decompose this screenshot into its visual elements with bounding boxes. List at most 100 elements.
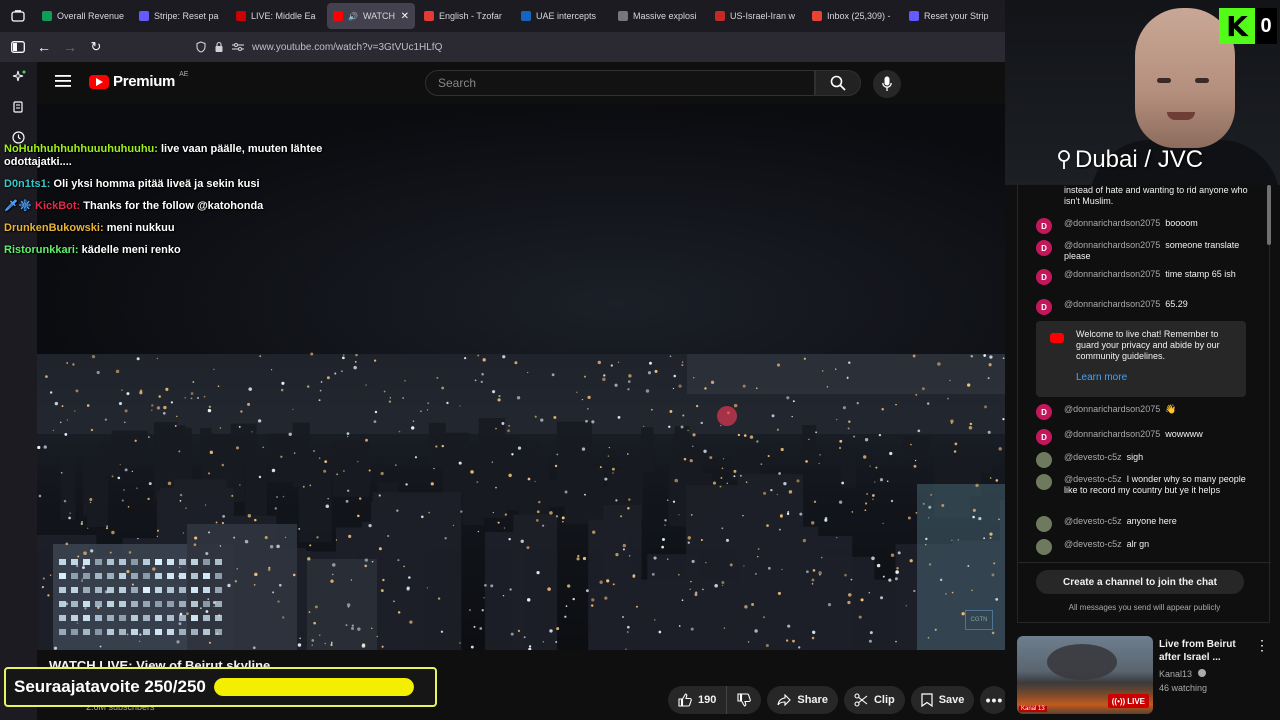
- browser-tab[interactable]: 🔊 WATCH L ✕: [327, 3, 415, 29]
- chat-avatar[interactable]: D: [1036, 404, 1052, 420]
- chat-message[interactable]: @devesto-c5z sigh: [1036, 452, 1248, 468]
- city-light: [970, 355, 974, 358]
- live-chat-scrollbar[interactable]: [1267, 185, 1271, 245]
- city-light: [205, 551, 209, 556]
- chat-message[interactable]: @devesto-c5z I wonder why so many people …: [1036, 474, 1248, 496]
- clip-button[interactable]: Clip: [843, 686, 905, 714]
- browser-tab[interactable]: US-Israel-Iran w: [709, 3, 803, 29]
- chat-avatar[interactable]: [1036, 452, 1052, 468]
- related-video-thumbnail[interactable]: ((•)) LIVE Kanal 13: [1017, 636, 1153, 714]
- chat-author[interactable]: @donnarichardson2075: [1064, 269, 1160, 279]
- url-text[interactable]: www.youtube.com/watch?v=3GtVUc1HLfQ: [252, 42, 442, 53]
- chat-message[interactable]: D @donnarichardson2075 👋: [1036, 404, 1248, 420]
- share-button[interactable]: Share: [767, 686, 838, 714]
- city-light: [115, 369, 120, 374]
- chat-author[interactable]: @donnarichardson2075: [1064, 240, 1160, 250]
- lit-window: [107, 573, 114, 579]
- chat-message[interactable]: D @donnarichardson2075 wowwww: [1036, 429, 1248, 445]
- live-chat-public-note: All messages you send will appear public…: [1068, 603, 1221, 612]
- city-light: [536, 510, 540, 514]
- browser-tab[interactable]: English - Tzofar: [418, 3, 512, 29]
- city-light: [355, 353, 358, 357]
- chat-avatar[interactable]: D: [1036, 269, 1052, 285]
- chat-avatar[interactable]: D: [1036, 218, 1052, 234]
- chat-avatar[interactable]: [1036, 516, 1052, 532]
- chat-message[interactable]: @devesto-c5z alr gn: [1036, 539, 1248, 555]
- chat-author[interactable]: @donnarichardson2075: [1064, 299, 1160, 309]
- chat-message[interactable]: D @donnarichardson2075 65.29: [1036, 299, 1248, 315]
- city-light: [49, 391, 53, 394]
- browser-tab[interactable]: Overall Revenue: [36, 3, 130, 29]
- lit-window: [71, 559, 78, 565]
- city-light: [689, 459, 693, 463]
- city-light: [860, 598, 864, 602]
- guide-menu-button[interactable]: [55, 74, 71, 90]
- related-video-menu-button[interactable]: ⋮: [1255, 638, 1269, 654]
- chat-author[interactable]: @devesto-c5z: [1064, 516, 1122, 526]
- browser-tab[interactable]: LIVE: Middle Ea: [230, 3, 324, 29]
- city-light: [678, 573, 680, 576]
- city-light: [446, 401, 449, 405]
- city-light: [725, 538, 730, 542]
- city-light: [492, 511, 495, 514]
- synced-tabs-button[interactable]: [10, 98, 28, 116]
- voice-search-button[interactable]: [873, 70, 901, 98]
- chat-author[interactable]: @devesto-c5z: [1064, 452, 1122, 462]
- youtube-premium-logo[interactable]: Premium AE: [89, 71, 188, 90]
- back-button[interactable]: ←: [31, 34, 57, 60]
- chat-avatar[interactable]: D: [1036, 429, 1052, 445]
- city-light: [661, 545, 664, 549]
- like-button[interactable]: 190: [668, 686, 727, 714]
- chat-avatar[interactable]: D: [1036, 240, 1052, 256]
- streamer-mouth: [1167, 112, 1195, 120]
- chat-author[interactable]: @devesto-c5z: [1064, 539, 1122, 549]
- create-channel-button[interactable]: Create a channel to join the chat: [1036, 570, 1244, 594]
- browser-tab[interactable]: Reset your Strip: [903, 3, 997, 29]
- browser-tab[interactable]: Inbox (25,309) -: [806, 3, 900, 29]
- city-light: [342, 356, 345, 360]
- chat-message[interactable]: D @donnarichardson2075 someone translate p…: [1036, 240, 1248, 262]
- dislike-button[interactable]: [726, 686, 762, 714]
- chat-author[interactable]: @donnarichardson2075: [1064, 429, 1160, 439]
- city-light: [798, 646, 801, 649]
- city-light: [426, 409, 429, 411]
- chat-avatar[interactable]: [1036, 474, 1052, 490]
- lit-window: [215, 573, 222, 579]
- chat-author[interactable]: @donnarichardson2075: [1064, 404, 1160, 414]
- city-light: [538, 500, 541, 504]
- browser-tab[interactable]: Stripe: Reset pa: [133, 3, 227, 29]
- save-button[interactable]: Save: [910, 686, 975, 714]
- column-gutter: [1005, 185, 1017, 720]
- city-light: [909, 559, 913, 563]
- related-video-title[interactable]: Live from Beirut after Israel ...: [1159, 638, 1255, 664]
- chat-avatar[interactable]: [1036, 539, 1052, 555]
- related-video[interactable]: ((•)) LIVE Kanal 13 Live from Beirut aft…: [1017, 636, 1277, 716]
- search-button[interactable]: [815, 70, 861, 96]
- city-light: [121, 389, 123, 392]
- close-tab-icon[interactable]: ✕: [401, 11, 409, 22]
- chat-author[interactable]: @donnarichardson2075: [1064, 218, 1160, 228]
- url-bar[interactable]: www.youtube.com/watch?v=3GtVUc1HLfQ: [196, 36, 996, 58]
- browser-tab[interactable]: UAE intercepts: [515, 3, 609, 29]
- audio-playing-icon[interactable]: 🔊: [348, 12, 358, 21]
- city-light: [82, 566, 85, 569]
- youtube-icon: [1050, 333, 1064, 343]
- ai-chatbot-button[interactable]: [10, 68, 28, 86]
- more-horizontal-icon: •••: [985, 692, 1004, 708]
- chat-avatar[interactable]: D: [1036, 299, 1052, 315]
- reload-button[interactable]: ↻: [83, 34, 109, 60]
- chat-author[interactable]: @devesto-c5z: [1064, 474, 1122, 484]
- sidebar-toggle-button[interactable]: [5, 34, 31, 60]
- related-video-channel[interactable]: Kanal13: [1159, 669, 1206, 679]
- tab-overview-button[interactable]: [0, 0, 36, 32]
- browser-tab[interactable]: Massive explosi: [612, 3, 706, 29]
- search-input[interactable]: Search: [425, 70, 815, 96]
- city-light: [681, 599, 684, 601]
- chat-message[interactable]: D @donnarichardson2075 time stamp 65 ish: [1036, 269, 1248, 285]
- learn-more-link[interactable]: Learn more: [1076, 372, 1238, 383]
- forward-button[interactable]: →: [57, 34, 83, 60]
- lit-window: [119, 559, 126, 565]
- chat-message[interactable]: D @donnarichardson2075 boooom: [1036, 218, 1248, 234]
- chat-message[interactable]: @devesto-c5z anyone here: [1036, 516, 1248, 532]
- live-chat-messages[interactable]: instead of hate and wanting to rid anyon…: [1018, 185, 1271, 560]
